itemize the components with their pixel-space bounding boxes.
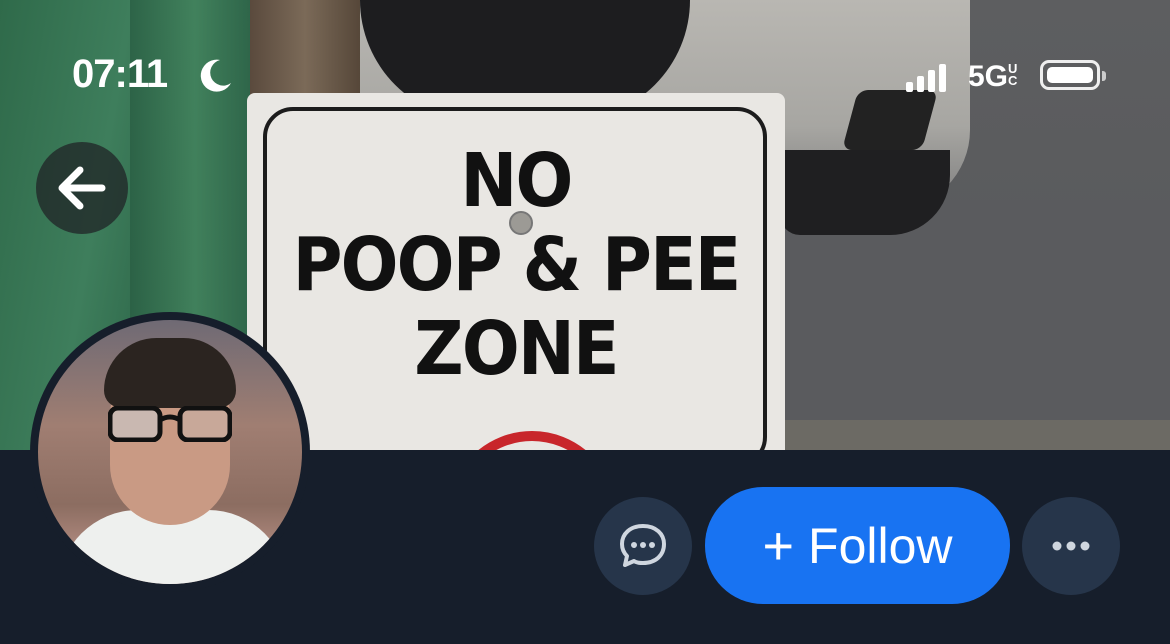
follow-button[interactable]: + Follow [705,487,1010,604]
street-background [760,200,1170,450]
more-options-button[interactable] [1022,497,1120,595]
sign-line-3: ZONE [414,306,619,392]
avatar-image [38,320,302,584]
chat-bubble-icon [620,524,666,567]
car-bumper [780,150,950,235]
signal-icon [906,64,946,92]
plus-icon: + [762,515,795,576]
back-button[interactable] [36,142,128,234]
arrow-left-icon [58,166,106,210]
follow-label: Follow [808,517,953,574]
avatar-hair [104,338,236,408]
glasses-icon [108,406,232,442]
moon-icon [200,59,231,92]
ellipsis-icon [1052,541,1090,551]
sign-line-2: POOP & PEE [292,222,742,308]
status-time: 07:11 [72,52,168,96]
network-suffix-bottom: C [1008,73,1018,88]
network-type: 5GU C [968,60,1017,94]
battery-icon [1040,60,1106,90]
network-label: 5G [968,60,1009,93]
banner-sign: NO POOP & PEE ZONE [247,93,785,450]
battery-nub [1102,71,1106,81]
message-button[interactable] [594,497,692,595]
sign-bolt [509,211,533,235]
network-suffix: UC [1008,62,1018,88]
curb [780,420,1170,450]
tree-trunk [250,0,360,95]
battery-fill [1047,67,1093,83]
car-grille [841,90,939,150]
sign-line-1: NO [460,138,573,224]
avatar[interactable] [30,312,310,592]
